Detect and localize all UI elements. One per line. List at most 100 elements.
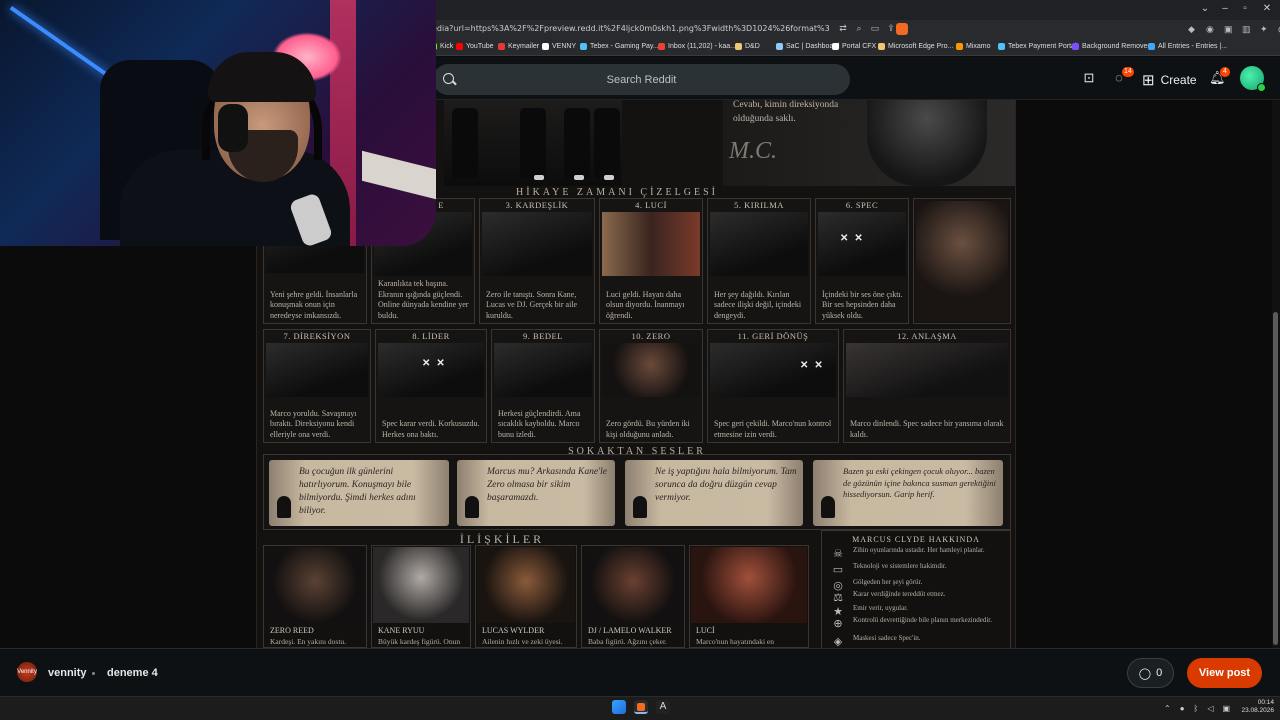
bookmark-label: Kick	[440, 43, 454, 50]
timeline-panel-8: 8. LİDER ✕✕ Spec karar verdi. Korkusuzdu…	[375, 329, 487, 443]
maximize-icon[interactable]: ▫	[1238, 3, 1252, 14]
clock-time: 00:14	[1257, 699, 1274, 706]
create-label: Create	[1160, 73, 1197, 87]
bookmark-item[interactable]: Tebex Payment Portal	[998, 43, 1076, 50]
bookmark-item[interactable]: Microsoft Edge Pro...	[878, 43, 953, 50]
search-input[interactable]: Search Reddit	[433, 64, 850, 95]
bookmark-item[interactable]: Keymailer	[498, 43, 539, 50]
signature: M.C.	[729, 138, 777, 164]
bookmark-item[interactable]: SaC | Dashboard	[776, 43, 840, 50]
screen: Ve ⌄ – ▫ ✕ edia?url=https%3A%2F%2Fprevie…	[0, 0, 1280, 720]
timeline-panel-3: 3. KARDEŞLİK Zero ile tanıştı. Sonra Kan…	[479, 198, 595, 324]
relation-desc: Marco'nun hayatındaki en önemli kişi.	[696, 637, 774, 648]
bluetooth-icon[interactable]: ᛒ	[1194, 704, 1199, 713]
bookmark-label: Tebex - Gaming Pay...	[590, 43, 659, 50]
clock[interactable]: 00:14 23.08.2026	[1240, 699, 1274, 715]
bookmark-item[interactable]: VENNY	[542, 43, 576, 50]
screenshot-icon[interactable]: ▭	[870, 23, 880, 33]
bookmark-item[interactable]: Mixamo	[956, 43, 991, 50]
close-icon[interactable]: ✕	[1260, 3, 1274, 14]
voice-quote: Marcus mu? Arkasında Kane'le Zero olmasa…	[487, 467, 607, 503]
bookmark-item[interactable]: Inbox (11,202) - kaa...	[658, 43, 736, 50]
skull-icon: ☠	[833, 548, 843, 560]
sidebar-icon[interactable]: ▥	[1242, 24, 1252, 34]
timeline-panel-label: 12. ANLAŞMA	[897, 331, 957, 341]
timeline-panel-label: 6. SPEC	[845, 200, 879, 210]
app-taskbar-icon[interactable]: A	[656, 700, 670, 714]
bookmark-icon	[580, 43, 587, 50]
timeline-panel-7: 7. DİREKSİYON Marco yoruldu. Savaşmayı b…	[263, 329, 371, 443]
vpn-icon[interactable]: ◉	[1206, 24, 1216, 34]
bookmark-icon	[832, 43, 839, 50]
about-text: Kontrolü devrettiğinde bile planın merke…	[853, 616, 992, 624]
timeline-panel-6: 6. SPEC ✕✕ İçindeki bir ses öne çıktı. B…	[815, 198, 909, 324]
brave-taskbar-icon[interactable]	[634, 700, 648, 714]
post-title[interactable]: deneme 4	[107, 667, 158, 679]
timeline-panel-text: Karanlıkta tek başına. Ekranın ışığında …	[378, 279, 469, 320]
zoom-icon[interactable]: ⌕	[854, 23, 864, 33]
relation-desc: Ailenin hızlı ve zeki üyesi. Güvenir.	[482, 637, 563, 648]
balance-icon: ⚖	[833, 592, 843, 604]
user-avatar[interactable]	[1240, 66, 1266, 92]
view-post-button[interactable]: View post	[1187, 658, 1262, 688]
system-tray: ⌃ ● ᛒ ◁ ▣	[1164, 704, 1230, 713]
bookmark-label: Keymailer	[508, 43, 540, 50]
scrollbar-thumb[interactable]	[1273, 312, 1278, 645]
bookmark-label: Inbox (11,202) - kaa...	[668, 43, 736, 50]
timeline-panel-text: Spec karar verdi. Korkusuzdu. Herkes ona…	[382, 419, 480, 439]
relation-name: LUCİ	[696, 626, 715, 635]
volume-icon[interactable]: ◁	[1207, 704, 1213, 713]
mask-icon: ◈	[833, 636, 843, 648]
relation-name: LUCAS WYLDER	[482, 626, 545, 635]
voice-card: Ne iş yaptığını hala bilmiyorum. Tam sor…	[625, 460, 803, 526]
voice-card: Bu çocuğun ilk günlerini hatırlıyorum. K…	[269, 460, 449, 526]
timeline-panel-9: 9. BEDEL Herkesi güçlendirdi. Ama sıcakl…	[491, 329, 595, 443]
url-text[interactable]: edia?url=https%3A%2F%2Fpreview.redd.it%2…	[432, 24, 830, 33]
windows-start-icon[interactable]	[612, 700, 626, 714]
timeline-panel-text: Marco dinlendi. Spec sadece bir yansıma …	[850, 419, 1004, 439]
create-button[interactable]: ⊞ Create	[1142, 71, 1197, 89]
timeline-panel-text: Marco yoruldu. Savaşmayı bıraktı. Direks…	[270, 408, 357, 439]
advertise-icon[interactable]: ⊡	[1081, 70, 1097, 86]
post-bar	[0, 648, 1280, 696]
bookmark-item[interactable]: YouTube	[456, 43, 494, 50]
voice-card: Bazen şu eski çekingen çocuk oluyor... b…	[813, 460, 1003, 526]
network-icon[interactable]: ▣	[1223, 704, 1231, 713]
crosshair-icon: ⊕	[833, 618, 843, 630]
bookmark-label: Microsoft Edge Pro...	[888, 43, 954, 50]
extension-icon[interactable]: ◆	[1188, 24, 1198, 34]
bookmark-item[interactable]: Background Remover	[1072, 43, 1150, 50]
timeline-panel-text: Her şey dağıldı. Kırılan sadece ilişki d…	[714, 289, 802, 320]
translate-icon[interactable]: ⇄	[838, 23, 848, 33]
voice-quote: Bu çocuğun ilk günlerini hatırlıyorum. K…	[299, 467, 416, 516]
bookmark-item[interactable]: Portal CFX	[832, 43, 876, 50]
bookmark-item[interactable]: Tebex - Gaming Pay...	[580, 43, 659, 50]
chevron-down-icon[interactable]: ⌄	[1198, 3, 1212, 14]
wallet-icon[interactable]: ▣	[1224, 24, 1234, 34]
timeline-title: HİKAYE ZAMANI ÇİZELGESİ	[516, 187, 718, 198]
relation-desc: Kardeşi. En yakını dostu.	[270, 637, 347, 646]
leo-icon[interactable]: ✦	[1260, 24, 1270, 34]
laptop-icon: ▭	[832, 564, 844, 576]
voice-quote: Bazen şu eski çekingen çocuk oluyor... b…	[843, 466, 996, 499]
relation-desc: Büyük kardeş figürü. Onun için savaşır.	[378, 637, 461, 648]
about-text: Teknoloji ve sistemlere hakimdir.	[853, 562, 947, 570]
onedrive-icon[interactable]: ●	[1180, 704, 1185, 713]
bookmark-label: All Entries - Entries |...	[1158, 43, 1228, 50]
timeline-panel-label: 11. GERİ DÖNÜŞ	[737, 331, 809, 341]
separator-dot	[92, 672, 95, 675]
timeline-panel-4: 4. LUCİ Luci geldi. Hayatı daha olsun di…	[599, 198, 703, 324]
bookmark-item[interactable]: All Entries - Entries |...	[1148, 43, 1227, 50]
bookmark-icon	[998, 43, 1005, 50]
post-author[interactable]: vennity	[48, 667, 87, 679]
chevron-up-icon[interactable]: ⌃	[1164, 704, 1171, 713]
bookmark-item[interactable]: D&D	[735, 43, 760, 50]
comments-button[interactable]: ◯ 0	[1127, 658, 1174, 688]
plus-icon: ⊞	[1142, 72, 1155, 89]
post-author-avatar[interactable]: Vennity	[17, 662, 37, 682]
share-icon[interactable]: ⇪	[886, 23, 896, 33]
bookmark-icon	[498, 43, 505, 50]
brave-shield-icon[interactable]	[896, 23, 908, 35]
timeline-panel-label: 3. KARDEŞLİK	[505, 200, 569, 210]
minimize-icon[interactable]: –	[1218, 3, 1232, 14]
